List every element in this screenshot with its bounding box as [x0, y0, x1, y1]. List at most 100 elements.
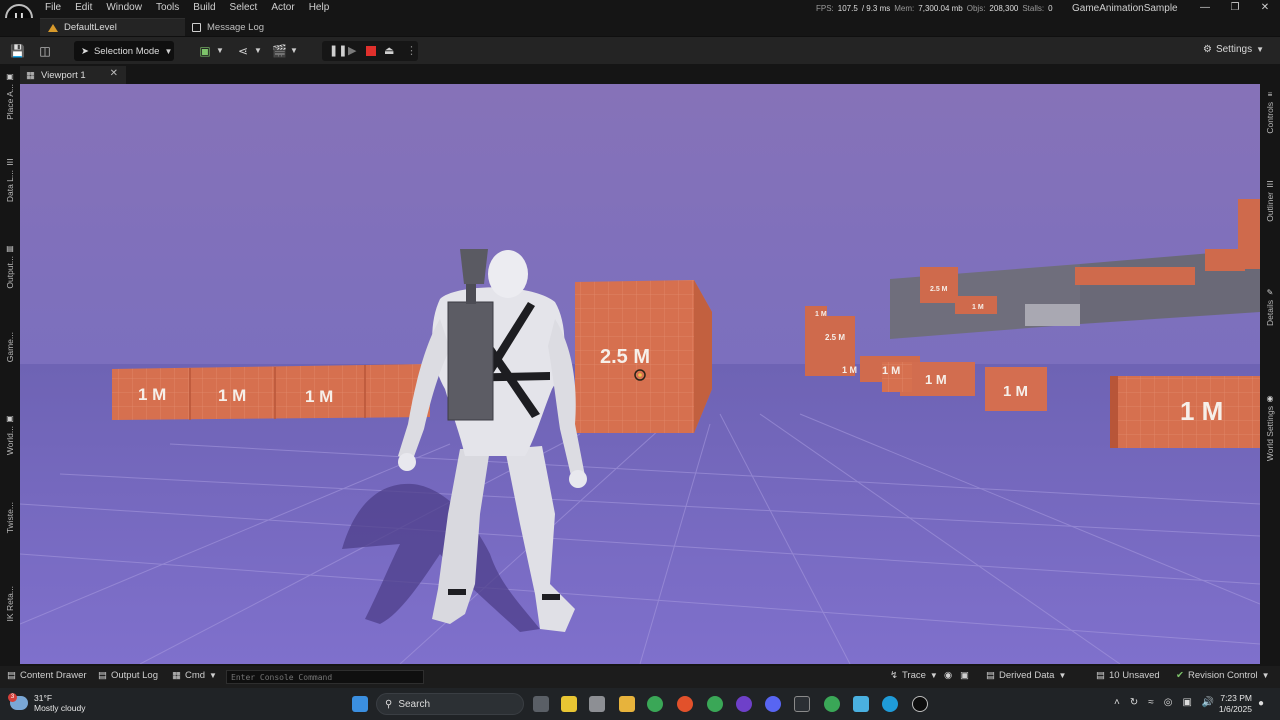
output-icon: ▤ — [6, 244, 14, 253]
sync-icon[interactable]: ↻ — [1130, 697, 1138, 708]
blueprint-icon[interactable]: ⋖ — [236, 44, 250, 58]
minimize-icon[interactable]: — — [1190, 0, 1220, 18]
stop-icon[interactable] — [366, 46, 376, 56]
derived-data-icon: ▤ — [986, 670, 995, 681]
tab-message-log[interactable]: Message Log — [190, 18, 264, 36]
cloud-icon: 3 — [8, 693, 28, 710]
rail-controls[interactable]: ≡ Controls — [1260, 90, 1280, 134]
settings-button[interactable]: ⚙ Settings ▼ — [1203, 44, 1264, 55]
trace-icon: ↯ — [890, 670, 898, 681]
rail-details[interactable]: ✎ Details — [1260, 288, 1280, 326]
notification-bell-icon[interactable]: ● — [1258, 698, 1264, 709]
rail-place-actors[interactable]: ▣ Place A... — [0, 72, 20, 120]
menu-help[interactable]: Help — [302, 0, 337, 18]
fps-label: FPS: — [816, 4, 834, 13]
viewport-icon: ▦ — [26, 69, 35, 81]
chrome-profile-icon[interactable] — [707, 696, 723, 712]
menu-build[interactable]: Build — [186, 0, 222, 18]
right-crate-label: 1 M — [882, 365, 900, 377]
menu-tools[interactable]: Tools — [149, 0, 186, 18]
cmd-dropdown[interactable]: ▦ Cmd ▼ — [172, 670, 217, 681]
notepad-icon[interactable] — [853, 696, 869, 712]
more-options-icon[interactable]: ⋮ — [406, 44, 417, 58]
unreal-taskbar-icon[interactable] — [912, 696, 928, 712]
close-window-icon[interactable]: ✕ — [1250, 0, 1280, 18]
chevron-up-icon[interactable]: ˄ — [1114, 697, 1120, 708]
menu-edit[interactable]: Edit — [68, 0, 99, 18]
selection-mode-dropdown[interactable]: ➤ Selection Mode ▼ — [74, 41, 174, 61]
rail-outliner[interactable]: ☰ Outliner — [1260, 180, 1280, 222]
display-icon[interactable]: ▣ — [1182, 697, 1191, 708]
pause-icon[interactable]: ❚❚ — [329, 44, 347, 58]
menu-file[interactable]: File — [38, 0, 68, 18]
taskbar-search[interactable]: ⚲ Search — [376, 693, 524, 715]
output-log-button[interactable]: ▤ Output Log — [98, 670, 158, 681]
rail-controls-label: Controls — [1265, 102, 1275, 134]
trace-dropdown[interactable]: ↯ Trace ▼ — [890, 670, 938, 681]
volume-icon[interactable]: 🔊 — [1202, 697, 1214, 708]
discord-icon[interactable] — [765, 696, 781, 712]
rail-twist[interactable]: Twiste... — [0, 502, 20, 533]
main-toolbar: 💾 ◫ ➤ Selection Mode ▼ ▣ ▼ ⋖ ▼ 🎬 ▼ ❚❚ ▶ … — [0, 36, 1280, 64]
far-crate-label: 1 M — [842, 365, 857, 375]
microphone-icon[interactable]: ◎ — [1164, 697, 1173, 708]
rail-ik-retargeter[interactable]: IK Reta... — [0, 586, 20, 621]
terminal-icon[interactable] — [794, 696, 810, 712]
close-icon[interactable]: ✕ — [110, 68, 118, 79]
chrome-dev-icon[interactable] — [824, 696, 840, 712]
add-actor-icon[interactable]: ▣ — [198, 44, 212, 58]
rail-game[interactable]: Game... — [0, 332, 20, 362]
task-view-icon[interactable] — [533, 696, 549, 712]
weather-widget[interactable]: 3 31°F Mostly cloudy — [8, 693, 86, 713]
taskbar-clock[interactable]: 7:23 PM 1/6/2025 — [1214, 693, 1252, 715]
menu-select[interactable]: Select — [223, 0, 265, 18]
unsaved-button[interactable]: ▤ 10 Unsaved — [1096, 670, 1160, 681]
rail-world-label: World... — [5, 426, 15, 456]
tab-default-level[interactable]: DefaultLevel — [40, 18, 185, 36]
rail-data-layers[interactable]: ☰ Data L... — [0, 158, 20, 202]
chevron-down-icon[interactable]: ▼ — [287, 44, 301, 58]
console-command-input[interactable] — [226, 670, 424, 684]
chevron-down-icon[interactable]: ▼ — [251, 44, 265, 58]
restore-icon[interactable]: ❐ — [1220, 0, 1250, 18]
menu-window[interactable]: Window — [99, 0, 149, 18]
chevron-down-icon: ▼ — [1058, 671, 1067, 680]
tab-viewport-1[interactable]: ▦ Viewport 1 ✕ — [20, 66, 126, 84]
edge-icon[interactable] — [882, 696, 898, 712]
revision-control-dropdown[interactable]: ✔ Revision Control ▼ — [1176, 670, 1270, 681]
left-crate-label: 1 M — [138, 385, 166, 404]
unsaved-icon: ▤ — [1096, 670, 1105, 681]
content-drawer-button[interactable]: ▤ Content Drawer — [7, 670, 87, 681]
wifi-icon[interactable]: ≈ — [1148, 697, 1154, 708]
step-frame-icon[interactable]: ▶ — [348, 44, 356, 58]
outliner-icon: ☰ — [1266, 180, 1274, 189]
output-log-label: Output Log — [110, 670, 158, 681]
windows-start-icon[interactable] — [352, 696, 368, 712]
derived-data-label: Derived Data — [998, 670, 1055, 681]
eject-icon[interactable]: ⏏ — [384, 44, 394, 58]
chevron-down-icon[interactable]: ▼ — [213, 44, 227, 58]
stalls-value: 0 — [1048, 4, 1053, 13]
rail-output[interactable]: ▤ Output... — [0, 244, 20, 289]
github-icon[interactable] — [736, 696, 752, 712]
file-explorer-icon[interactable] — [619, 696, 635, 712]
sticky-notes-icon[interactable] — [561, 696, 577, 712]
firefox-icon[interactable] — [677, 696, 693, 712]
save-icon[interactable]: 💾 — [10, 44, 25, 58]
viewport-scene: 1 M 2.5 M 1 M 2.5 M 1 M 1 M 1 M 1 M 1 M … — [20, 84, 1260, 664]
cinematics-icon[interactable]: 🎬 — [272, 44, 287, 58]
derived-data-dropdown[interactable]: ▤ Derived Data ▼ — [986, 670, 1066, 681]
selection-mode-label: Selection Mode — [93, 45, 160, 57]
message-log-icon — [192, 22, 201, 32]
source-control-icon[interactable]: ◫ — [38, 44, 52, 58]
rail-world[interactable]: ▣ World... — [0, 414, 20, 455]
chrome-icon[interactable] — [647, 696, 663, 712]
level-viewport[interactable]: 1 M 2.5 M 1 M 2.5 M 1 M 1 M 1 M 1 M 1 M … — [20, 84, 1260, 664]
record-icon[interactable]: ◉ — [944, 670, 952, 681]
screenshot-icon[interactable]: ▣ — [960, 670, 969, 681]
gear-icon: ⚙ — [1202, 44, 1212, 55]
left-crate-label: 1 M — [218, 386, 246, 405]
menu-actor[interactable]: Actor — [264, 0, 301, 18]
snipping-tool-icon[interactable] — [589, 696, 605, 712]
rail-world-settings[interactable]: ◉ World Settings — [1260, 394, 1280, 461]
